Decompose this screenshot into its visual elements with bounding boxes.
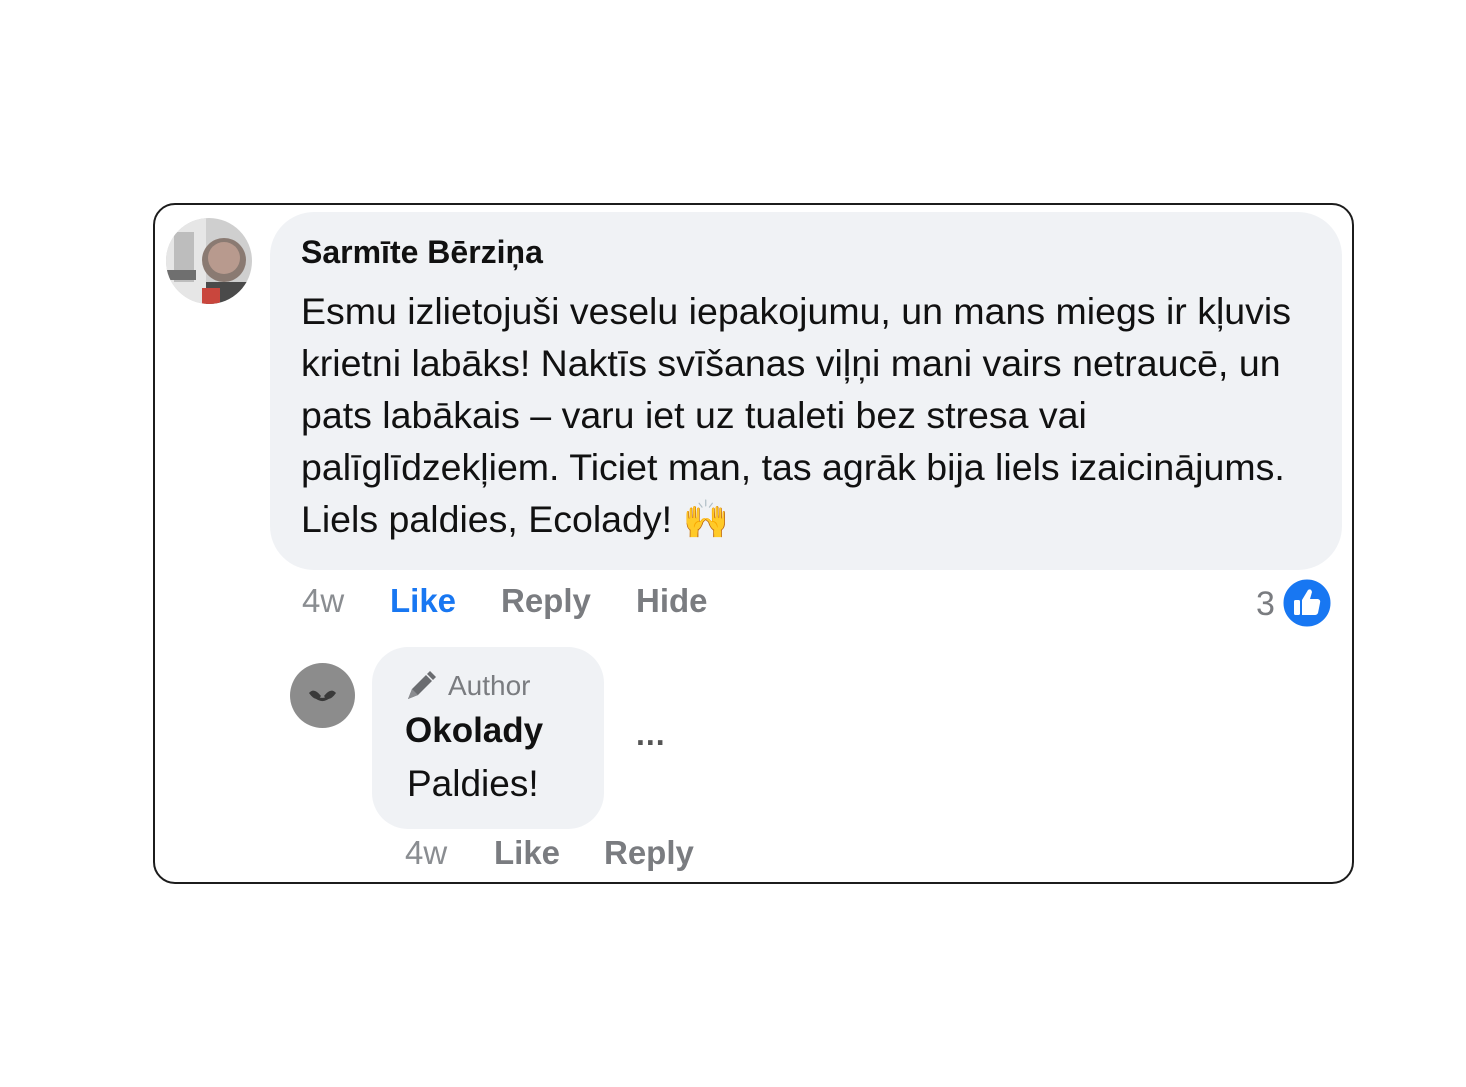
comment-author-name[interactable]: Sarmīte Bērziņa: [301, 234, 543, 271]
reply-like-button[interactable]: Like: [494, 834, 560, 872]
hide-button[interactable]: Hide: [636, 582, 708, 620]
reply-author-name[interactable]: Okolady: [405, 711, 543, 751]
reply-avatar[interactable]: [290, 663, 355, 728]
more-options-button[interactable]: ...: [636, 716, 666, 753]
comment-timestamp[interactable]: 4w: [302, 582, 344, 620]
author-badge-label: Author: [448, 670, 531, 701]
leaf-logo-icon: [309, 690, 336, 701]
comment-body: Esmu izlietojuši veselu iepakojumu, un m…: [301, 290, 1291, 540]
reply-reply-button[interactable]: Reply: [604, 834, 694, 872]
reply-timestamp[interactable]: 4w: [405, 834, 447, 872]
reply-button[interactable]: Reply: [501, 582, 591, 620]
raising-hands-emoji: 🙌: [682, 497, 730, 541]
like-count[interactable]: 3: [1256, 585, 1275, 624]
reply-text: Paldies!: [407, 763, 539, 804]
comment-text: Esmu izlietojuši veselu iepakojumu, un m…: [301, 285, 1336, 545]
avatar-photo-icon: [166, 218, 252, 304]
like-button[interactable]: Like: [390, 582, 456, 620]
pen-icon: [408, 671, 436, 699]
thumbs-up-icon[interactable]: [1282, 578, 1332, 628]
author-badge: Author: [404, 668, 531, 704]
avatar[interactable]: [166, 218, 252, 304]
